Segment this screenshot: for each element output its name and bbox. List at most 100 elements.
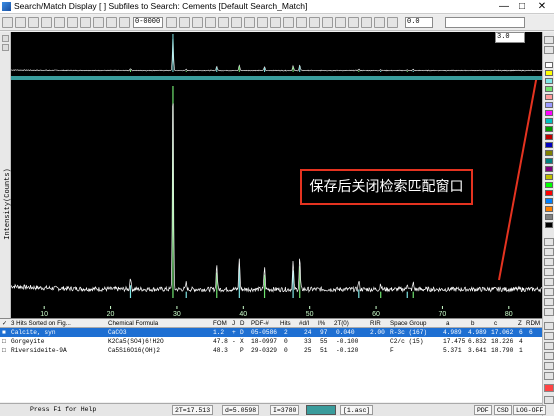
color-swatch[interactable] xyxy=(545,182,553,188)
close-button[interactable]: ✕ xyxy=(532,0,552,14)
header-j[interactable]: J xyxy=(232,319,239,328)
color-swatch[interactable] xyxy=(545,86,553,92)
header-fom[interactable]: FOM xyxy=(213,319,231,328)
tool-button[interactable] xyxy=(2,17,13,28)
tool-button[interactable] xyxy=(374,17,385,28)
header-formula[interactable]: Chemical Formula xyxy=(108,319,208,328)
header-ip[interactable]: I% xyxy=(318,319,332,328)
tool-button[interactable] xyxy=(205,17,216,28)
tool-button[interactable] xyxy=(192,17,203,28)
palette-button[interactable] xyxy=(544,362,554,370)
zoom-value[interactable]: 3.0 xyxy=(495,32,525,43)
header-di[interactable]: #d/I xyxy=(299,319,315,328)
palette-button[interactable] xyxy=(544,396,554,404)
tool-button[interactable] xyxy=(361,17,372,28)
palette-button[interactable] xyxy=(544,352,554,360)
color-swatch[interactable] xyxy=(545,190,553,196)
tool-button[interactable] xyxy=(28,17,39,28)
palette-button[interactable] xyxy=(544,248,554,256)
palette-button[interactable] xyxy=(544,332,554,340)
palette-button[interactable] xyxy=(544,342,554,350)
tool-button[interactable] xyxy=(387,17,398,28)
color-swatch[interactable] xyxy=(545,198,553,204)
header-rdm[interactable]: RDM xyxy=(526,319,542,328)
palette-button[interactable] xyxy=(544,288,554,296)
color-swatch[interactable] xyxy=(545,158,553,164)
palette-button[interactable] xyxy=(544,46,554,54)
palette-button[interactable] xyxy=(544,298,554,306)
tool-button[interactable] xyxy=(106,17,117,28)
color-swatch[interactable] xyxy=(545,70,553,76)
color-swatch[interactable] xyxy=(545,222,553,228)
range-left-input[interactable]: 0-0000 xyxy=(133,17,163,28)
color-swatch[interactable] xyxy=(545,174,553,180)
palette-button[interactable] xyxy=(544,308,554,316)
palette-button[interactable] xyxy=(544,36,554,44)
header-b[interactable]: b xyxy=(471,319,491,328)
color-swatch[interactable] xyxy=(545,166,553,172)
range-right-input[interactable]: 0.0 xyxy=(405,17,433,28)
palette-button[interactable] xyxy=(544,268,554,276)
color-swatch[interactable] xyxy=(545,78,553,84)
table-row[interactable]: □ Gorgeyite K2Ca5(SO4)6!H2O 47.8 - X 18-… xyxy=(0,337,542,346)
color-swatch[interactable] xyxy=(545,102,553,108)
color-swatch[interactable] xyxy=(545,94,553,100)
color-swatch[interactable] xyxy=(545,214,553,220)
color-swatch[interactable] xyxy=(545,206,553,212)
palette-button[interactable] xyxy=(544,372,554,380)
tool-button[interactable] xyxy=(166,17,177,28)
header-c[interactable]: c xyxy=(494,319,514,328)
tool-button[interactable] xyxy=(335,17,346,28)
color-swatch[interactable] xyxy=(545,62,553,68)
row-check[interactable]: ■ xyxy=(2,328,10,337)
tool-button[interactable] xyxy=(93,17,104,28)
color-swatch[interactable] xyxy=(545,150,553,156)
color-swatch[interactable] xyxy=(545,126,553,132)
header-2t[interactable]: 2T(0) xyxy=(334,319,362,328)
tool-button[interactable] xyxy=(348,17,359,28)
tool-button[interactable] xyxy=(270,17,281,28)
color-swatch[interactable] xyxy=(545,118,553,124)
delete-button[interactable] xyxy=(544,384,554,392)
tool-button[interactable] xyxy=(244,17,255,28)
table-row[interactable]: ■ Calcite, syn CaCO3 1.2 + D 05-0586 2 2… xyxy=(0,328,542,337)
tool-button[interactable] xyxy=(322,17,333,28)
tool-button[interactable] xyxy=(67,17,78,28)
overview-plot[interactable]: 3.0 xyxy=(10,32,543,76)
palette-button[interactable] xyxy=(544,238,554,246)
color-swatch[interactable] xyxy=(545,110,553,116)
header-pdf[interactable]: PDF-# xyxy=(251,319,278,328)
header-check[interactable]: ✓ xyxy=(2,319,10,328)
palette-button[interactable] xyxy=(544,258,554,266)
header-name[interactable]: 3 Hits Sorted on Fig... xyxy=(11,319,105,328)
header-z[interactable]: Z xyxy=(518,319,525,328)
tool-button[interactable] xyxy=(54,17,65,28)
palette-button[interactable] xyxy=(544,322,554,330)
color-swatch[interactable] xyxy=(545,134,553,140)
table-row[interactable]: □ Riversideite-9A Ca5Si6O16(OH)2 48.3 P … xyxy=(0,346,542,355)
color-swatch[interactable] xyxy=(545,142,553,148)
maximize-button[interactable]: □ xyxy=(512,0,532,14)
tool-button[interactable] xyxy=(80,17,91,28)
tool-button[interactable] xyxy=(283,17,294,28)
tool-button[interactable] xyxy=(179,17,190,28)
tool-button[interactable] xyxy=(218,17,229,28)
zoom-input[interactable] xyxy=(445,17,525,28)
header-d[interactable]: D xyxy=(240,319,248,328)
strip-button[interactable] xyxy=(2,44,9,51)
tool-button[interactable] xyxy=(231,17,242,28)
header-a[interactable]: a xyxy=(446,319,466,328)
row-check[interactable]: □ xyxy=(2,346,10,355)
tool-button[interactable] xyxy=(15,17,26,28)
header-hits[interactable]: Hits xyxy=(280,319,296,328)
tool-button[interactable] xyxy=(257,17,268,28)
strip-button[interactable] xyxy=(2,35,9,42)
palette-button[interactable] xyxy=(544,278,554,286)
minimize-button[interactable]: — xyxy=(494,0,514,14)
tool-button[interactable] xyxy=(119,17,130,28)
tool-button[interactable] xyxy=(296,17,307,28)
tool-button[interactable] xyxy=(309,17,320,28)
header-rir[interactable]: RIR xyxy=(370,319,386,328)
row-check[interactable]: □ xyxy=(2,337,10,346)
tool-button[interactable] xyxy=(41,17,52,28)
